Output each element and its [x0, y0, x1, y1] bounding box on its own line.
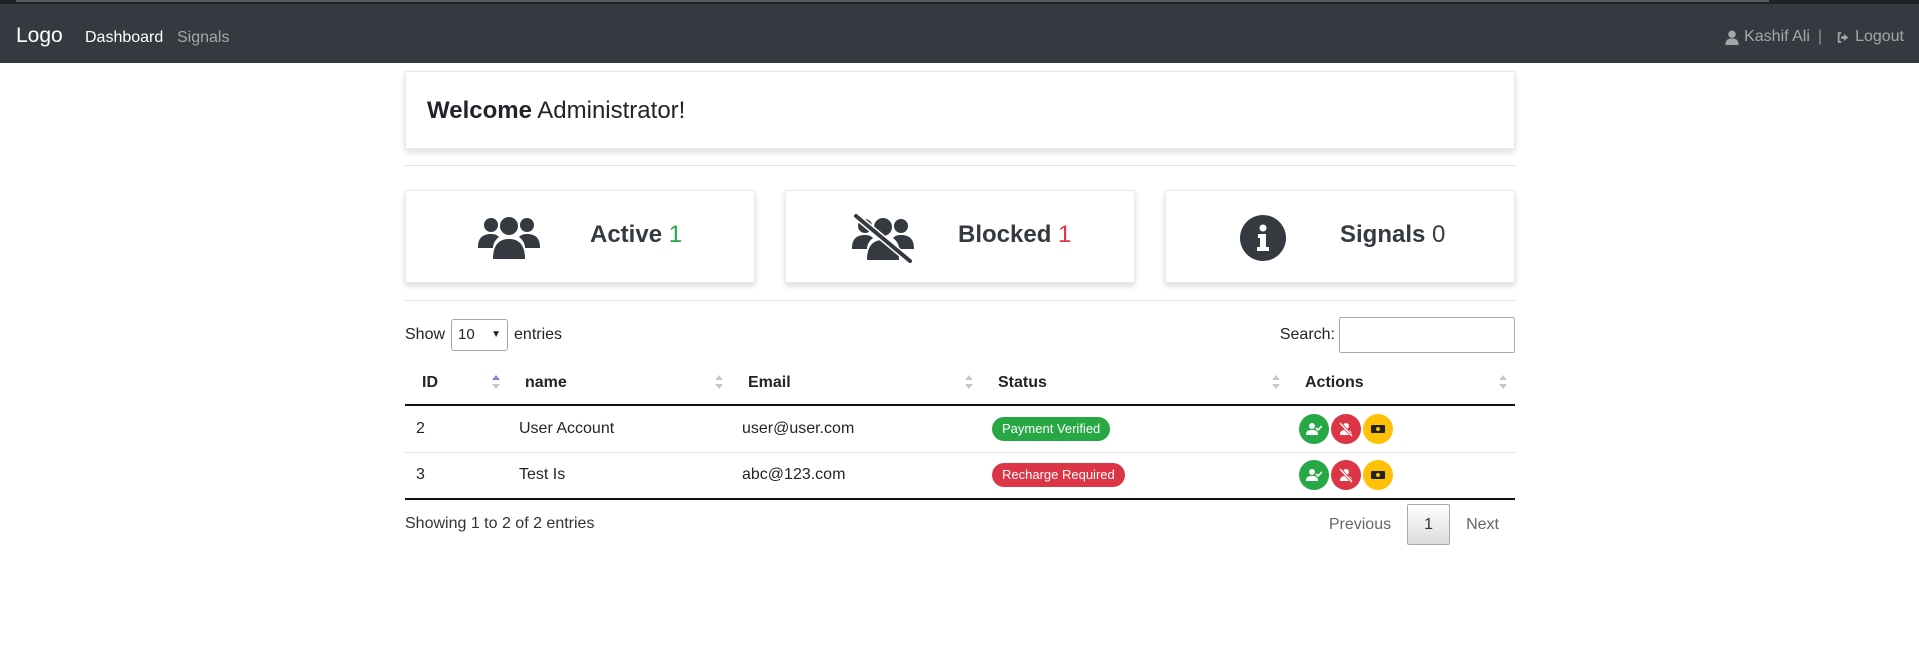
- status-badge: Recharge Required: [992, 463, 1125, 488]
- recharge-button[interactable]: [1363, 413, 1393, 444]
- welcome-card: Welcome Administrator!: [405, 71, 1515, 149]
- approve-user-button[interactable]: [1299, 460, 1329, 491]
- info-circle-icon: [1239, 214, 1287, 266]
- nav-link-dashboard[interactable]: Dashboard: [85, 28, 163, 48]
- entries-select-value: 10: [458, 326, 475, 343]
- stat-blocked-label: Blocked: [958, 221, 1052, 248]
- users-slash-icon: [852, 212, 914, 267]
- user-check-icon: [1306, 469, 1322, 482]
- user-name: Kashif Ali: [1744, 28, 1810, 45]
- stat-signals-label: Signals: [1340, 221, 1426, 248]
- sort-icon: [965, 375, 973, 389]
- user-slash-icon: [1338, 421, 1354, 437]
- cell-actions: [1288, 405, 1515, 453]
- money-bill-icon: [1371, 471, 1385, 480]
- sort-icon: [715, 375, 723, 389]
- column-header-name-label: name: [525, 374, 567, 391]
- logout-link[interactable]: Logout: [1836, 27, 1904, 47]
- block-user-button[interactable]: [1331, 413, 1361, 444]
- recharge-button[interactable]: [1363, 460, 1393, 491]
- money-bill-icon: [1371, 424, 1385, 433]
- brand-logo[interactable]: Logo: [16, 23, 63, 49]
- cell-status: Recharge Required: [981, 452, 1288, 500]
- nav-user-area: Kashif Ali | Logout: [1725, 27, 1904, 47]
- stat-active-label: Active: [590, 221, 663, 248]
- table-info: Showing 1 to 2 of 2 entries: [405, 515, 595, 532]
- cell-email: user@user.com: [731, 405, 981, 453]
- user-check-icon: [1306, 422, 1322, 435]
- divider-middle: [405, 300, 1515, 301]
- cell-email: abc@123.com: [731, 452, 981, 500]
- table-header-row: ID name Email Status Actions: [405, 362, 1515, 406]
- table-row: 2 User Account user@user.com Payment Ver…: [405, 405, 1515, 453]
- column-header-id[interactable]: ID: [405, 362, 508, 406]
- column-header-name[interactable]: name: [508, 362, 731, 406]
- approve-user-button[interactable]: [1299, 413, 1329, 444]
- cell-name: Test Is: [508, 452, 731, 500]
- chevron-down-icon: ▼: [491, 329, 502, 340]
- welcome-bold: Welcome: [427, 97, 532, 124]
- window-top-highlight: [16, 0, 1769, 2]
- column-header-actions[interactable]: Actions: [1288, 362, 1515, 406]
- column-header-status[interactable]: Status: [981, 362, 1288, 406]
- user-menu[interactable]: Kashif Ali: [1725, 27, 1810, 47]
- stat-blocked-value: 1: [1058, 221, 1072, 248]
- search-label: Search:: [1279, 326, 1335, 343]
- column-header-status-label: Status: [998, 374, 1047, 391]
- sort-icon: [1272, 375, 1280, 389]
- stat-active: Active 1: [590, 220, 682, 250]
- entries-label: entries: [514, 326, 563, 343]
- welcome-text: Welcome Administrator!: [427, 97, 685, 125]
- user-icon: [1725, 29, 1739, 45]
- column-header-actions-label: Actions: [1305, 374, 1364, 391]
- cell-id: 3: [405, 452, 508, 500]
- stat-signals-value: 0: [1432, 221, 1446, 248]
- sort-asc-icon: [492, 375, 500, 389]
- entries-select[interactable]: 10 ▼: [451, 319, 509, 351]
- stat-signals: Signals 0: [1340, 220, 1445, 250]
- welcome-role: Administrator!: [537, 97, 686, 124]
- cell-id: 2: [405, 405, 508, 453]
- nav-separator: |: [1817, 28, 1823, 45]
- user-slash-icon: [1338, 468, 1354, 484]
- column-header-id-label: ID: [422, 374, 438, 391]
- sort-icon: [1499, 375, 1507, 389]
- show-label: Show: [405, 326, 446, 343]
- pagination: Previous 1 Next: [1313, 504, 1515, 545]
- stat-card-active: Active 1: [405, 190, 755, 283]
- logout-label: Logout: [1855, 28, 1904, 45]
- stat-blocked: Blocked 1: [958, 220, 1071, 250]
- page-button-current[interactable]: 1: [1407, 504, 1451, 545]
- cell-status: Payment Verified: [981, 405, 1288, 453]
- navbar: Logo Dashboard Signals Kashif Ali | Logo…: [0, 4, 1919, 63]
- status-badge: Payment Verified: [992, 416, 1111, 441]
- users-icon: [478, 215, 540, 263]
- nav-link-signals[interactable]: Signals: [177, 28, 229, 48]
- cell-name: User Account: [508, 405, 731, 453]
- divider-top: [405, 165, 1515, 166]
- column-header-email-label: Email: [748, 374, 791, 391]
- sign-out-icon: [1837, 31, 1849, 43]
- stat-card-signals: Signals 0: [1165, 190, 1515, 283]
- search-input[interactable]: [1339, 317, 1515, 353]
- users-table: ID name Email Status Actions 2 User Acco…: [405, 362, 1515, 500]
- cell-actions: [1288, 452, 1515, 500]
- search-control: Search:: [1280, 317, 1515, 353]
- table-row: 3 Test Is abc@123.com Recharge Required: [405, 452, 1515, 500]
- stat-card-blocked: Blocked 1: [785, 190, 1135, 283]
- column-header-email[interactable]: Email: [731, 362, 981, 406]
- previous-button[interactable]: Previous: [1313, 505, 1407, 545]
- show-entries-control: Show 10 ▼ entries: [405, 318, 562, 352]
- block-user-button[interactable]: [1331, 460, 1361, 491]
- next-button[interactable]: Next: [1450, 505, 1515, 545]
- stat-active-value: 1: [668, 221, 683, 248]
